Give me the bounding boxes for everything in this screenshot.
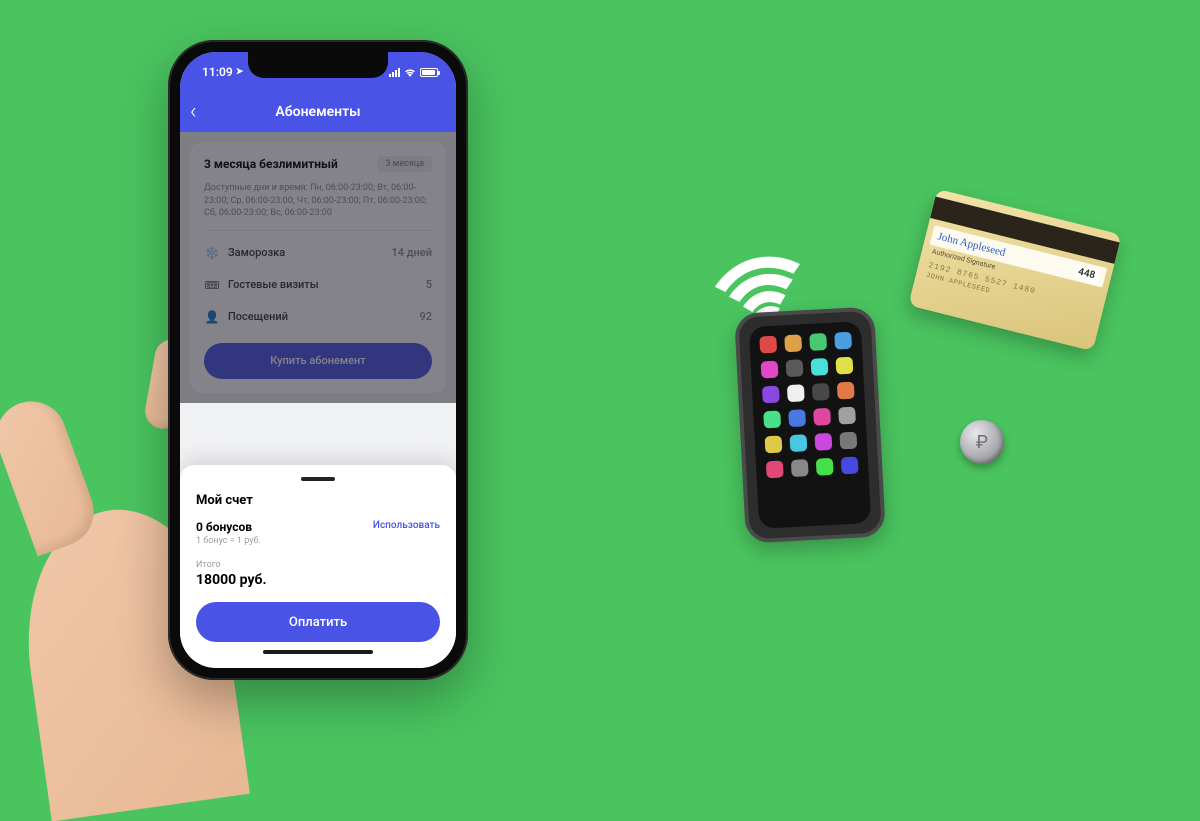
wifi-icon: [404, 68, 416, 77]
total-amount: 18000 руб.: [196, 572, 440, 588]
app-tile: [813, 408, 831, 426]
plan-detail-row: 👤 Посещений 92: [204, 301, 432, 333]
battery-icon: [420, 68, 438, 77]
phone-apps-illustration: [734, 306, 886, 543]
app-tile: [811, 358, 829, 376]
row-value: 14 дней: [392, 246, 432, 259]
pay-button[interactable]: Оплатить: [196, 602, 440, 642]
app-tile: [814, 433, 832, 451]
subscription-card: 3 месяца безлимитный 3 месяца Доступные …: [190, 142, 446, 393]
app-tile: [759, 336, 777, 354]
app-tile: [837, 382, 855, 400]
row-label: Гостевые визиты: [228, 278, 319, 291]
nav-header: ‹ Абонементы: [180, 92, 456, 132]
app-tile: [765, 436, 783, 454]
app-tile: [834, 332, 852, 350]
sheet-grabber[interactable]: [301, 477, 335, 481]
location-icon: ➤: [236, 67, 244, 77]
app-tile: [766, 460, 784, 478]
credit-card-illustration: John Appleseed 448 Authorized Signature …: [908, 189, 1121, 351]
back-button[interactable]: ‹: [190, 100, 197, 125]
app-tile: [762, 386, 780, 404]
app-tile: [789, 434, 807, 452]
app-tile: [761, 361, 779, 379]
schedule-text: Доступные дни и время: Пн, 06:00-23:00; …: [204, 182, 432, 231]
row-value: 92: [419, 310, 432, 323]
dimmed-content: 3 месяца безлимитный 3 месяца Доступные …: [180, 132, 456, 403]
app-tile: [786, 359, 804, 377]
app-tile: [838, 407, 856, 425]
app-tile: [788, 409, 806, 427]
row-label: Заморозка: [228, 246, 285, 259]
phone-frame: 11:09 ➤ ‹ Абонементы 3 месяца безлимитны…: [168, 40, 468, 680]
app-tile: [809, 333, 827, 351]
use-bonus-link[interactable]: Использовать: [373, 520, 440, 531]
phone-notch: [248, 52, 388, 78]
app-tile: [839, 432, 857, 450]
plan-title: 3 месяца безлимитный: [204, 157, 338, 171]
bonus-amount: 0 бонусов: [196, 520, 261, 534]
app-tile: [836, 357, 854, 375]
total-label: Итого: [196, 560, 440, 570]
card-cvv: 448: [1073, 264, 1101, 283]
plan-detail-row: ❄️ Заморозка 14 дней: [204, 237, 432, 269]
status-time: 11:09: [202, 65, 233, 79]
payment-sheet: Мой счет 0 бонусов 1 бонус = 1 руб. Испо…: [180, 465, 456, 668]
plan-duration-badge: 3 месяца: [377, 156, 432, 172]
app-tile: [791, 459, 809, 477]
row-icon: 👤: [204, 309, 220, 325]
app-tile: [816, 458, 834, 476]
app-tile: [787, 384, 805, 402]
plan-detail-row: 🎟 Гостевые визиты 5: [204, 269, 432, 301]
app-tile: [812, 383, 830, 401]
buy-subscription-button[interactable]: Купить абонемент: [204, 343, 432, 379]
row-label: Посещений: [228, 310, 288, 323]
phone-screen: 11:09 ➤ ‹ Абонементы 3 месяца безлимитны…: [180, 52, 456, 668]
home-indicator[interactable]: [263, 650, 373, 654]
coin-illustration: ₽: [960, 420, 1004, 464]
nav-title: Абонементы: [275, 104, 360, 120]
signal-icon: [389, 68, 400, 77]
app-tile: [763, 411, 781, 429]
row-icon: ❄️: [204, 245, 220, 261]
app-tile: [841, 457, 859, 475]
row-value: 5: [426, 278, 432, 291]
app-tile: [784, 334, 802, 352]
row-icon: 🎟: [204, 277, 220, 293]
sheet-title: Мой счет: [196, 493, 440, 508]
bonus-rate: 1 бонус = 1 руб.: [196, 536, 261, 546]
